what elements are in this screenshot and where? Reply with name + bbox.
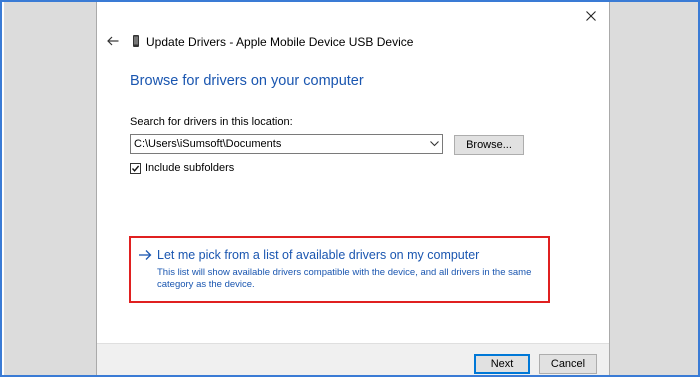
screenshot-frame: Update Drivers - Apple Mobile Device USB…	[0, 0, 700, 377]
checkmark-icon	[131, 165, 140, 172]
right-arrow-icon	[138, 249, 152, 261]
cancel-button[interactable]: Cancel	[539, 354, 597, 374]
include-subfolders-checkbox[interactable]	[130, 162, 141, 174]
include-subfolders-option[interactable]: Include subfolders	[130, 161, 234, 175]
pick-option-highlight: Let me pick from a list of available dri…	[129, 236, 550, 303]
browse-button[interactable]: Browse...	[454, 135, 524, 155]
update-drivers-dialog: Update Drivers - Apple Mobile Device USB…	[96, 2, 610, 375]
background-left	[4, 2, 96, 375]
pick-from-list-link[interactable]: Let me pick from a list of available dri…	[138, 248, 479, 262]
usb-device-icon	[133, 35, 139, 47]
path-combobox[interactable]	[130, 134, 443, 154]
pick-from-list-description: This list will show available drivers co…	[157, 267, 532, 290]
include-subfolders-label: Include subfolders	[145, 162, 235, 174]
window-title: Update Drivers - Apple Mobile Device USB…	[146, 35, 414, 49]
close-icon	[586, 11, 596, 21]
back-button[interactable]	[103, 31, 123, 51]
page-heading: Browse for drivers on your computer	[130, 73, 364, 89]
next-button[interactable]: Next	[474, 354, 530, 374]
path-input[interactable]	[131, 135, 421, 153]
search-location-label: Search for drivers in this location:	[130, 116, 293, 128]
close-button[interactable]	[580, 6, 602, 26]
dropdown-arrow[interactable]	[428, 138, 440, 150]
background-right	[610, 2, 698, 375]
dialog-footer: Next Cancel	[97, 343, 609, 375]
back-arrow-icon	[107, 36, 119, 46]
chevron-down-icon	[429, 141, 439, 147]
pick-from-list-title[interactable]: Let me pick from a list of available dri…	[157, 248, 479, 262]
